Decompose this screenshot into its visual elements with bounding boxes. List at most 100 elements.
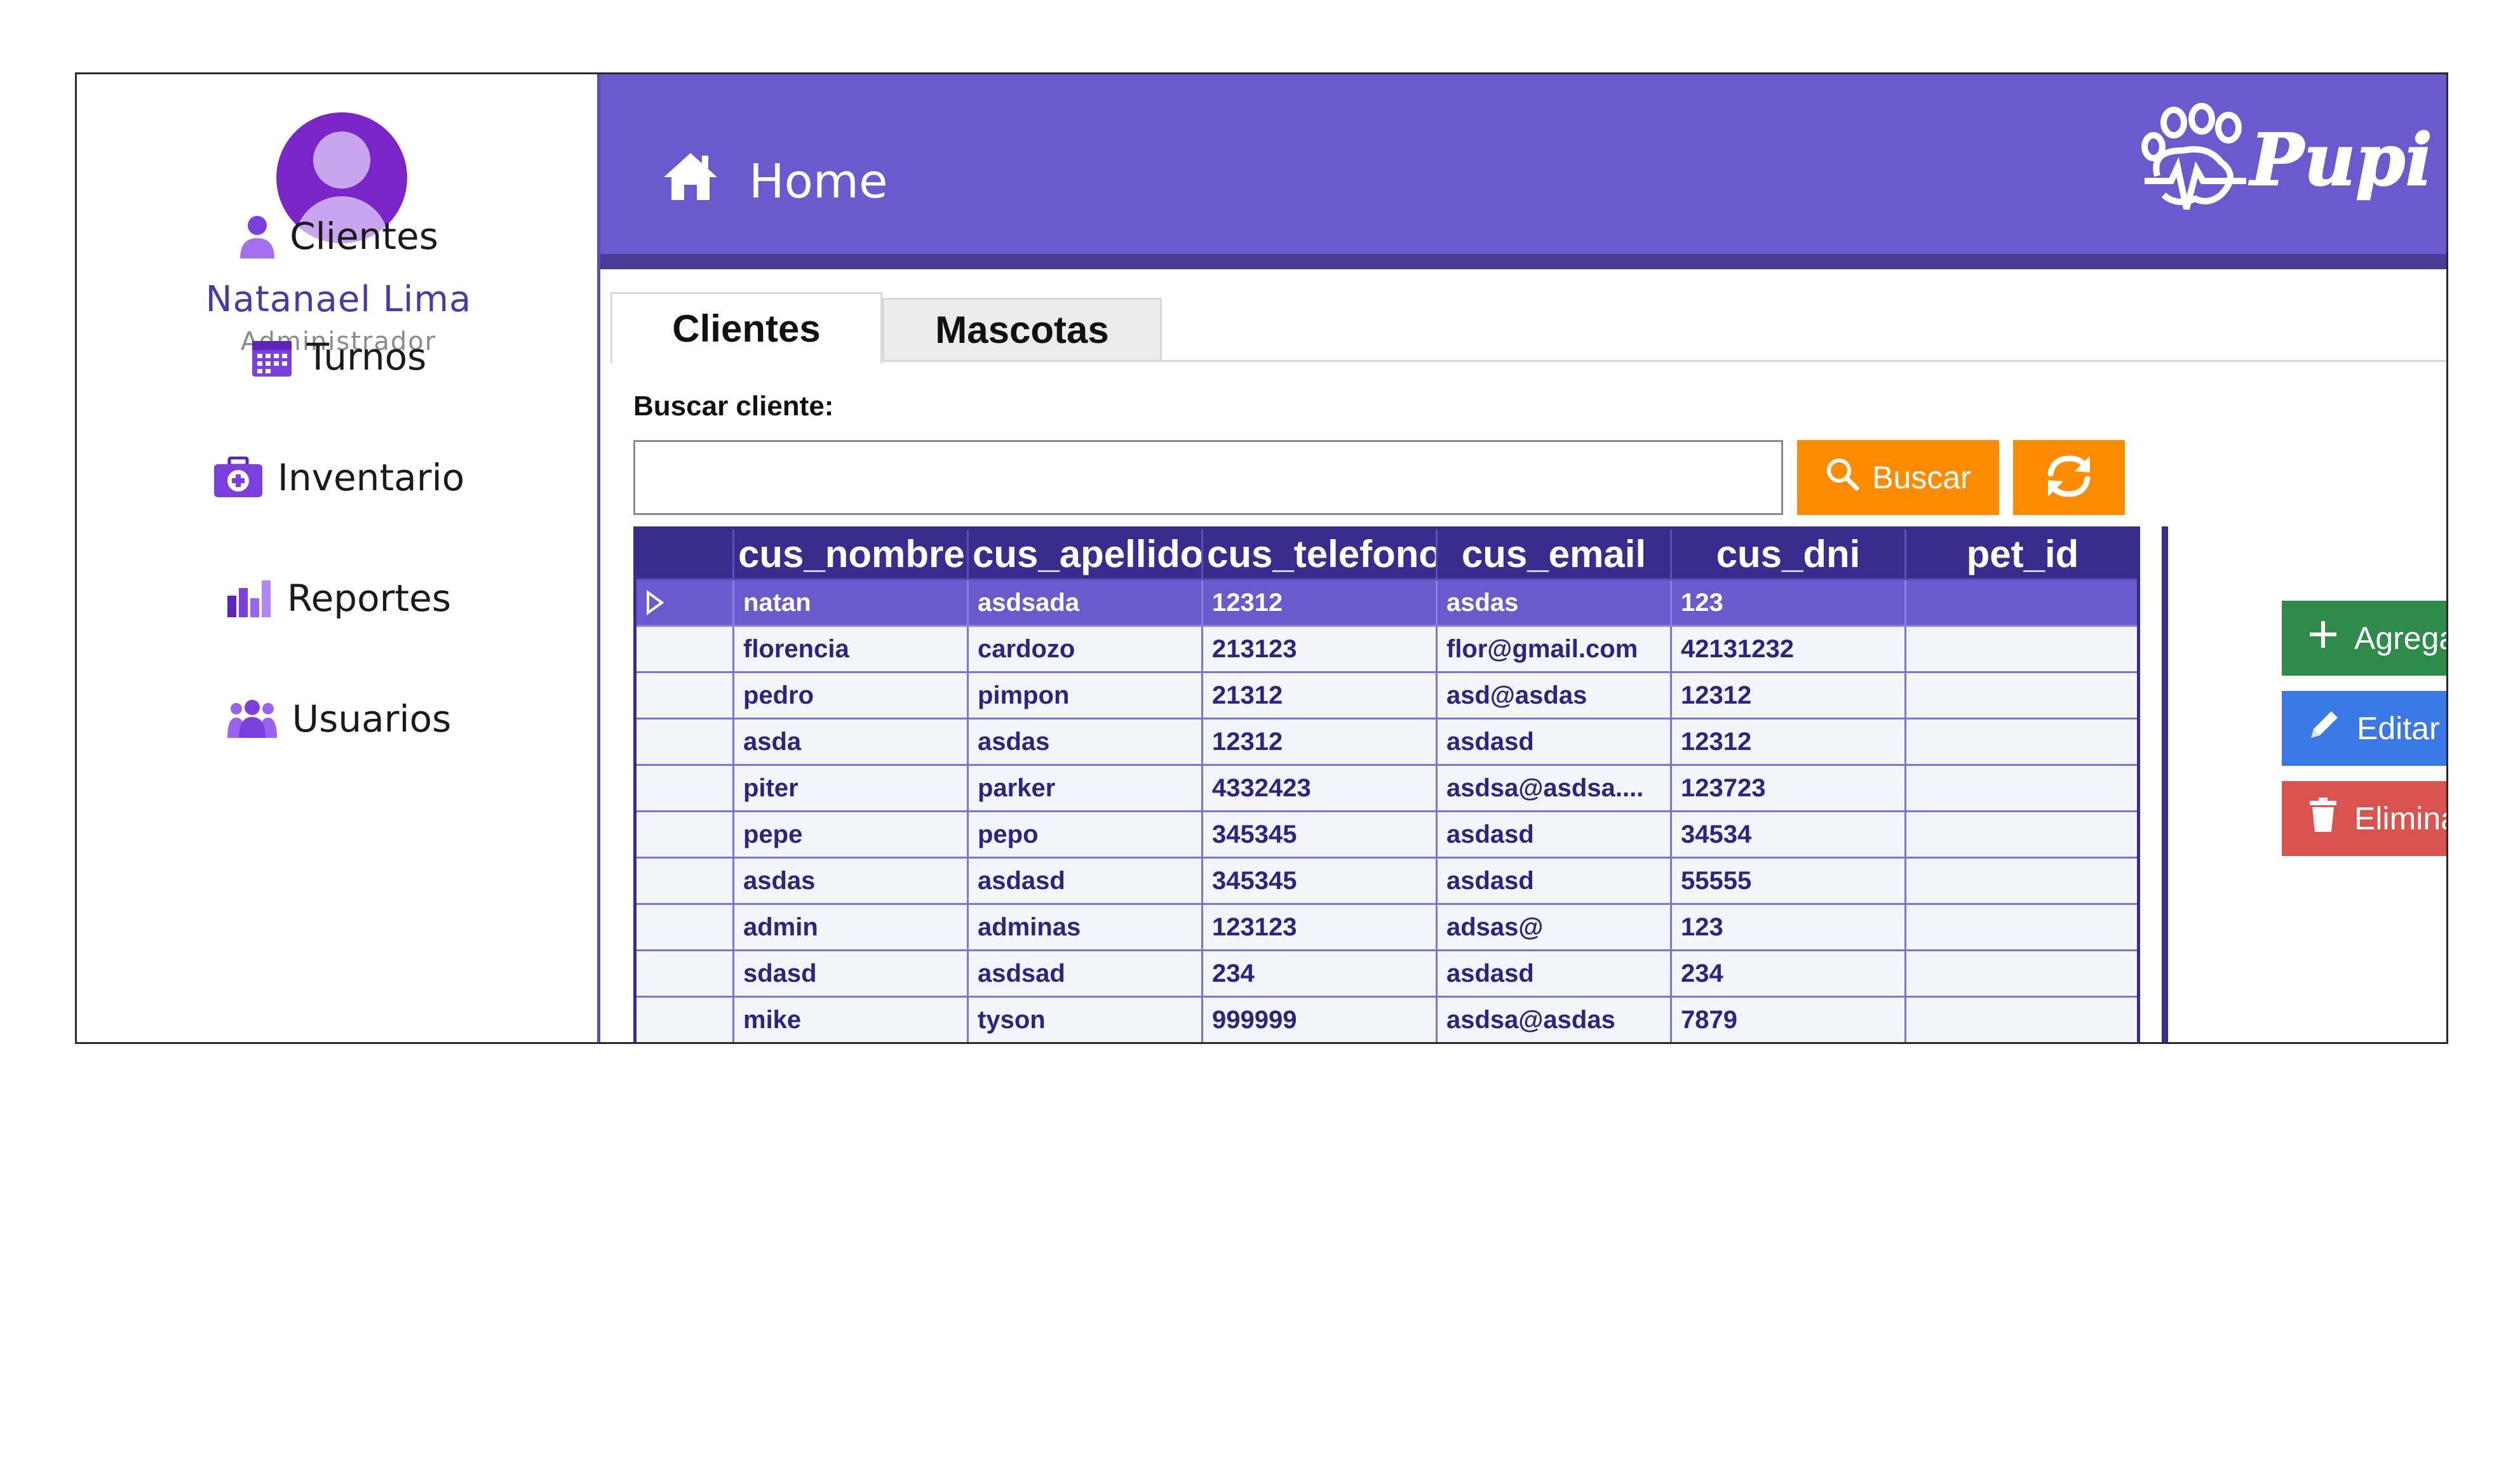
table-row[interactable]: piter parker 4332423 asdsa@asdsa.... 123723 <box>637 766 2137 812</box>
table-row[interactable]: admin adminas 123123 adsas@ 123 <box>637 905 2137 951</box>
table-cell[interactable]: mike <box>734 998 969 1042</box>
table-cell[interactable]: 234 <box>1203 951 1438 998</box>
table-cell[interactable]: asda <box>734 719 969 766</box>
table-cell[interactable] <box>1906 719 2137 766</box>
row-selector[interactable] <box>637 766 734 812</box>
table-cell[interactable]: asdas <box>734 859 969 905</box>
row-selector[interactable] <box>637 905 734 951</box>
table-cell[interactable]: asdsa@asdsa.... <box>1438 766 1672 812</box>
table-cell[interactable]: asd@asdas <box>1438 673 1672 719</box>
column-header[interactable]: pet_id <box>1906 530 2137 580</box>
table-row[interactable]: florencia cardozo 213123 flor@gmail.com 4213… <box>637 627 2137 673</box>
table-row[interactable]: asdas asdasd 345345 asdasd 55555 <box>637 859 2137 905</box>
row-selector[interactable] <box>637 998 734 1042</box>
sidebar-item-inventario[interactable]: Inventario <box>77 443 600 512</box>
table-cell[interactable]: asdasd <box>969 859 1203 905</box>
table-cell[interactable]: asdasd <box>1438 859 1672 905</box>
sidebar-item-usuarios[interactable]: Usuarios <box>77 684 600 754</box>
table-cell[interactable]: 7879 <box>1672 998 1906 1042</box>
table-row[interactable]: mike tyson 999999 asdsa@asdas 7879 <box>637 998 2137 1042</box>
column-header[interactable]: cus_nombre <box>734 530 969 580</box>
table-cell[interactable] <box>1906 766 2137 812</box>
clients-table[interactable]: cus_nombre cus_apellido cus_telefono cus… <box>633 526 2140 1042</box>
table-cell[interactable]: 12312 <box>1672 673 1906 719</box>
table-row[interactable]: pepe pepo 345345 asdasd 34534 <box>637 812 2137 859</box>
sidebar-item-reportes[interactable]: Reportes <box>77 563 600 633</box>
table-cell[interactable]: pepe <box>734 812 969 859</box>
table-cell[interactable]: 55555 <box>1672 859 1906 905</box>
table-cell[interactable]: piter <box>734 766 969 812</box>
search-button[interactable]: Buscar <box>1797 440 1999 515</box>
column-header[interactable]: cus_apellido <box>969 530 1203 580</box>
table-cell[interactable]: 123 <box>1672 905 1906 951</box>
home-breadcrumb[interactable]: Home <box>663 151 888 213</box>
table-cell[interactable]: 4332423 <box>1203 766 1438 812</box>
table-cell[interactable]: sdasd <box>734 951 969 998</box>
table-scrollbar[interactable] <box>2162 526 2168 1042</box>
table-cell[interactable] <box>1906 951 2137 998</box>
table-cell[interactable]: asdsad <box>969 951 1203 998</box>
table-cell[interactable]: pedro <box>734 673 969 719</box>
row-selector[interactable] <box>637 859 734 905</box>
table-cell[interactable]: asdasd <box>1438 719 1672 766</box>
table-cell[interactable]: asdas <box>1438 580 1672 627</box>
delete-button[interactable]: Eliminar <box>2282 781 2446 856</box>
column-header[interactable]: cus_dni <box>1672 530 1906 580</box>
table-cell[interactable]: asdasd <box>1438 812 1672 859</box>
table-cell[interactable]: florencia <box>734 627 969 673</box>
table-row[interactable]: asda asdas 12312 asdasd 12312 <box>637 719 2137 766</box>
sidebar-item-clientes[interactable]: Clientes <box>77 201 600 271</box>
row-selector[interactable] <box>637 627 734 673</box>
table-cell[interactable]: 34534 <box>1672 812 1906 859</box>
table-cell[interactable]: 345345 <box>1203 859 1438 905</box>
add-button[interactable]: Agregar <box>2282 601 2446 676</box>
table-cell[interactable]: 123723 <box>1672 766 1906 812</box>
table-cell[interactable]: 123123 <box>1203 905 1438 951</box>
table-row[interactable]: natan asdsada 12312 asdas 123 <box>637 580 2137 627</box>
table-cell[interactable]: asdsada <box>969 580 1203 627</box>
table-cell[interactable]: 42131232 <box>1672 627 1906 673</box>
table-cell[interactable]: asdsa@asdas <box>1438 998 1672 1042</box>
tab-clientes[interactable]: Clientes <box>610 292 882 363</box>
table-cell[interactable]: 345345 <box>1203 812 1438 859</box>
table-cell[interactable] <box>1906 859 2137 905</box>
table-cell[interactable]: flor@gmail.com <box>1438 627 1672 673</box>
table-cell[interactable] <box>1906 580 2137 627</box>
table-cell[interactable] <box>1906 905 2137 951</box>
table-cell[interactable] <box>1906 812 2137 859</box>
table-row[interactable]: sdasd asdsad 234 asdasd 234 <box>637 951 2137 998</box>
table-cell[interactable] <box>1906 627 2137 673</box>
row-selector[interactable] <box>637 719 734 766</box>
table-cell[interactable] <box>1906 673 2137 719</box>
table-cell[interactable]: 123 <box>1672 580 1906 627</box>
table-cell[interactable]: asdasd <box>1438 951 1672 998</box>
row-selector[interactable] <box>637 580 734 627</box>
refresh-button[interactable] <box>2013 440 2125 515</box>
table-cell[interactable]: natan <box>734 580 969 627</box>
table-cell[interactable]: 213123 <box>1203 627 1438 673</box>
row-selector[interactable] <box>637 951 734 998</box>
table-cell[interactable]: pepo <box>969 812 1203 859</box>
table-cell[interactable]: admin <box>734 905 969 951</box>
column-header[interactable]: cus_email <box>1438 530 1672 580</box>
search-input[interactable] <box>633 440 1783 515</box>
column-header[interactable]: cus_telefono <box>1203 530 1438 580</box>
sidebar-item-turnos[interactable]: Turnos <box>77 322 600 392</box>
table-cell[interactable]: 999999 <box>1203 998 1438 1042</box>
row-selector[interactable] <box>637 673 734 719</box>
table-cell[interactable]: 12312 <box>1672 719 1906 766</box>
table-cell[interactable] <box>1906 998 2137 1042</box>
table-cell[interactable]: 12312 <box>1203 580 1438 627</box>
table-cell[interactable]: 12312 <box>1203 719 1438 766</box>
tab-mascotas[interactable]: Mascotas <box>882 298 1162 362</box>
table-cell[interactable]: 21312 <box>1203 673 1438 719</box>
table-cell[interactable]: 234 <box>1672 951 1906 998</box>
table-cell[interactable]: adsas@ <box>1438 905 1672 951</box>
edit-button[interactable]: Editar <box>2282 691 2446 766</box>
table-cell[interactable]: tyson <box>969 998 1203 1042</box>
table-cell[interactable]: pimpon <box>969 673 1203 719</box>
table-cell[interactable]: adminas <box>969 905 1203 951</box>
table-cell[interactable]: asdas <box>969 719 1203 766</box>
row-selector[interactable] <box>637 812 734 859</box>
table-cell[interactable]: parker <box>969 766 1203 812</box>
